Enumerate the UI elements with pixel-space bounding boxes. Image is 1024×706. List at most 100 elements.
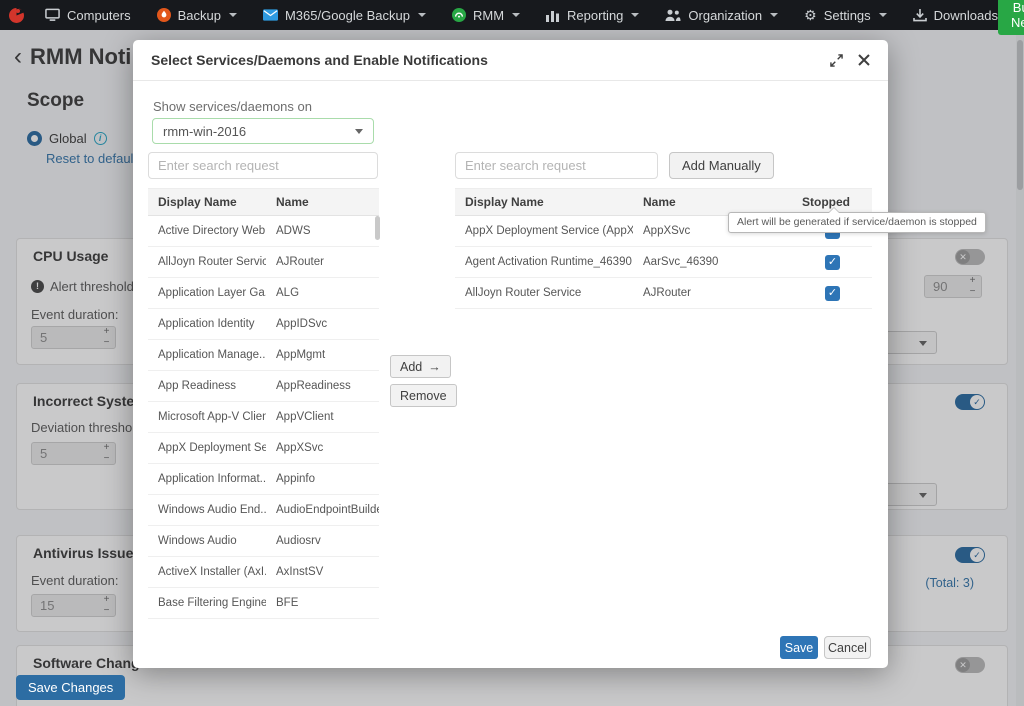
service-name: AudioEndpointBuilder — [266, 494, 379, 526]
nav-label: Reporting — [567, 7, 624, 23]
service-name: AppIDSvc — [266, 308, 379, 340]
nav-item-settings[interactable]: ⚙ Settings — [804, 8, 887, 23]
service-row[interactable]: Application Manage... AppMgmt — [148, 339, 379, 371]
service-row[interactable]: ActiveX Installer (AxI... AxInstSV — [148, 556, 379, 588]
service-row[interactable]: Base Filtering Engine BFE — [148, 587, 379, 619]
stopped-checkbox[interactable]: ✓ — [825, 254, 840, 270]
add-manually-button[interactable]: Add Manually — [669, 152, 774, 179]
service-display-name: Application Identity — [148, 308, 266, 340]
service-row[interactable]: Application Informat... Appinfo — [148, 463, 379, 495]
chevron-down-icon — [770, 13, 779, 17]
selected-service-row[interactable]: Agent Activation Runtime_46390 AarSvc_463… — [455, 246, 872, 278]
nav-label: Downloads — [933, 7, 998, 23]
service-display-name: Windows Audio End... — [148, 494, 266, 526]
service-row[interactable]: Windows Audio End... AudioEndpointBuilder — [148, 494, 379, 526]
brand-logo-icon[interactable] — [8, 6, 25, 24]
selected-search-input[interactable] — [455, 152, 658, 179]
column-header-display-name: Display Name — [148, 188, 266, 216]
stopped-tooltip: Alert will be generated if service/daemo… — [728, 207, 986, 233]
nav-item-downloads[interactable]: Downloads — [912, 7, 998, 23]
rmm-icon — [451, 8, 466, 22]
nav-item-computers[interactable]: Computers — [45, 8, 131, 23]
service-display-name: Base Filtering Engine — [148, 587, 266, 619]
buy-new-button[interactable]: Buy New — [998, 0, 1024, 35]
service-display-name: Application Layer Ga... — [148, 277, 266, 309]
nav-label: Backup — [177, 7, 221, 23]
selected-service-row[interactable]: AllJoyn Router Service AJRouter ✓ — [455, 277, 872, 309]
save-changes-button[interactable]: Save Changes — [16, 675, 126, 700]
nav-label: Settings — [823, 7, 871, 23]
nav-label: RMM — [472, 7, 505, 23]
service-display-name: Microsoft App-V Client — [148, 401, 266, 433]
service-name: BFE — [266, 587, 379, 619]
service-display-name: AllJoyn Router Service — [148, 246, 266, 278]
nav-item-reporting[interactable]: Reporting — [546, 7, 640, 23]
add-button[interactable]: Add → — [390, 355, 451, 378]
service-display-name: Active Directory Web... — [148, 215, 266, 247]
service-name: AJRouter — [266, 246, 379, 278]
nav-item-rmm[interactable]: RMM — [451, 7, 521, 23]
top-navbar: Computers Backup M365/Google Backup RMM Repo… — [0, 0, 1024, 35]
service-row[interactable]: AppX Deployment Se... AppXSvc — [148, 432, 379, 464]
service-display-name: Agent Activation Runtime_46390 — [455, 246, 633, 278]
monitor-icon — [45, 8, 60, 22]
selected-services-table: Display Name Name Stopped AppX Deploymen… — [455, 188, 872, 309]
people-icon — [665, 9, 681, 22]
service-display-name: ActiveX Installer (AxI... — [148, 556, 266, 588]
table-scrollbar-thumb[interactable] — [375, 216, 380, 240]
service-display-name: Application Manage... — [148, 339, 266, 371]
service-name: ADWS — [266, 215, 379, 247]
column-header-name: Name — [266, 188, 379, 216]
nav-item-organization[interactable]: Organization — [665, 7, 779, 23]
nav-item-m365-google-backup[interactable]: M365/Google Backup — [262, 7, 426, 23]
service-row[interactable]: Windows Audio Audiosrv — [148, 525, 379, 557]
chevron-down-icon — [512, 13, 521, 17]
remove-button[interactable]: Remove — [390, 384, 457, 407]
chevron-down-icon — [417, 13, 426, 17]
column-header-display-name: Display Name — [455, 188, 633, 216]
service-name: AxInstSV — [266, 556, 379, 588]
nav-item-backup[interactable]: Backup — [156, 7, 237, 23]
chevron-down-icon — [228, 13, 237, 17]
service-name: AJRouter — [633, 277, 773, 309]
save-button[interactable]: Save — [780, 636, 818, 659]
service-name: AppReadiness — [266, 370, 379, 402]
service-name: ALG — [266, 277, 379, 309]
computer-select-value: rmm-win-2016 — [163, 124, 247, 139]
service-name: Appinfo — [266, 463, 379, 495]
nav-label: Organization — [688, 7, 763, 23]
service-display-name: AppX Deployment Se... — [148, 432, 266, 464]
chevron-down-icon — [631, 13, 640, 17]
service-row[interactable]: AllJoyn Router Service AJRouter — [148, 246, 379, 278]
service-row[interactable]: Microsoft App-V Client AppVClient — [148, 401, 379, 433]
mail-icon — [262, 9, 278, 21]
available-services-table: Display Name Name Active Directory Web..… — [148, 188, 379, 619]
service-name: AppMgmt — [266, 339, 379, 371]
service-row[interactable]: App Readiness AppReadiness — [148, 370, 379, 402]
right-arrow-icon: → — [428, 359, 441, 374]
modal-header: Select Services/Daemons and Enable Notif… — [133, 40, 888, 81]
backup-icon — [156, 8, 171, 22]
download-icon — [912, 8, 927, 22]
service-display-name: App Readiness — [148, 370, 266, 402]
service-row[interactable]: Application Identity AppIDSvc — [148, 308, 379, 340]
services-modal: Select Services/Daemons and Enable Notif… — [133, 40, 888, 668]
show-services-label: Show services/daemons on — [153, 99, 312, 114]
available-search-input[interactable] — [148, 152, 378, 179]
service-row[interactable]: Application Layer Ga... ALG — [148, 277, 379, 309]
cancel-button[interactable]: Cancel — [824, 636, 871, 659]
expand-icon[interactable] — [830, 53, 843, 67]
service-name: AppXSvc — [266, 432, 379, 464]
stopped-cell: ✓ — [773, 246, 872, 278]
close-icon[interactable] — [858, 54, 870, 66]
service-name: Audiosrv — [266, 525, 379, 557]
bar-chart-icon — [546, 9, 560, 22]
service-name: AppVClient — [266, 401, 379, 433]
stopped-checkbox[interactable]: ✓ — [825, 285, 840, 301]
service-display-name: AppX Deployment Service (AppXS... — [455, 215, 633, 247]
computer-select[interactable]: rmm-win-2016 — [152, 118, 374, 144]
chevron-down-icon — [355, 129, 363, 134]
service-row[interactable]: Active Directory Web... ADWS — [148, 215, 379, 247]
nav-label: Computers — [67, 7, 131, 23]
nav-label: M365/Google Backup — [284, 7, 410, 23]
